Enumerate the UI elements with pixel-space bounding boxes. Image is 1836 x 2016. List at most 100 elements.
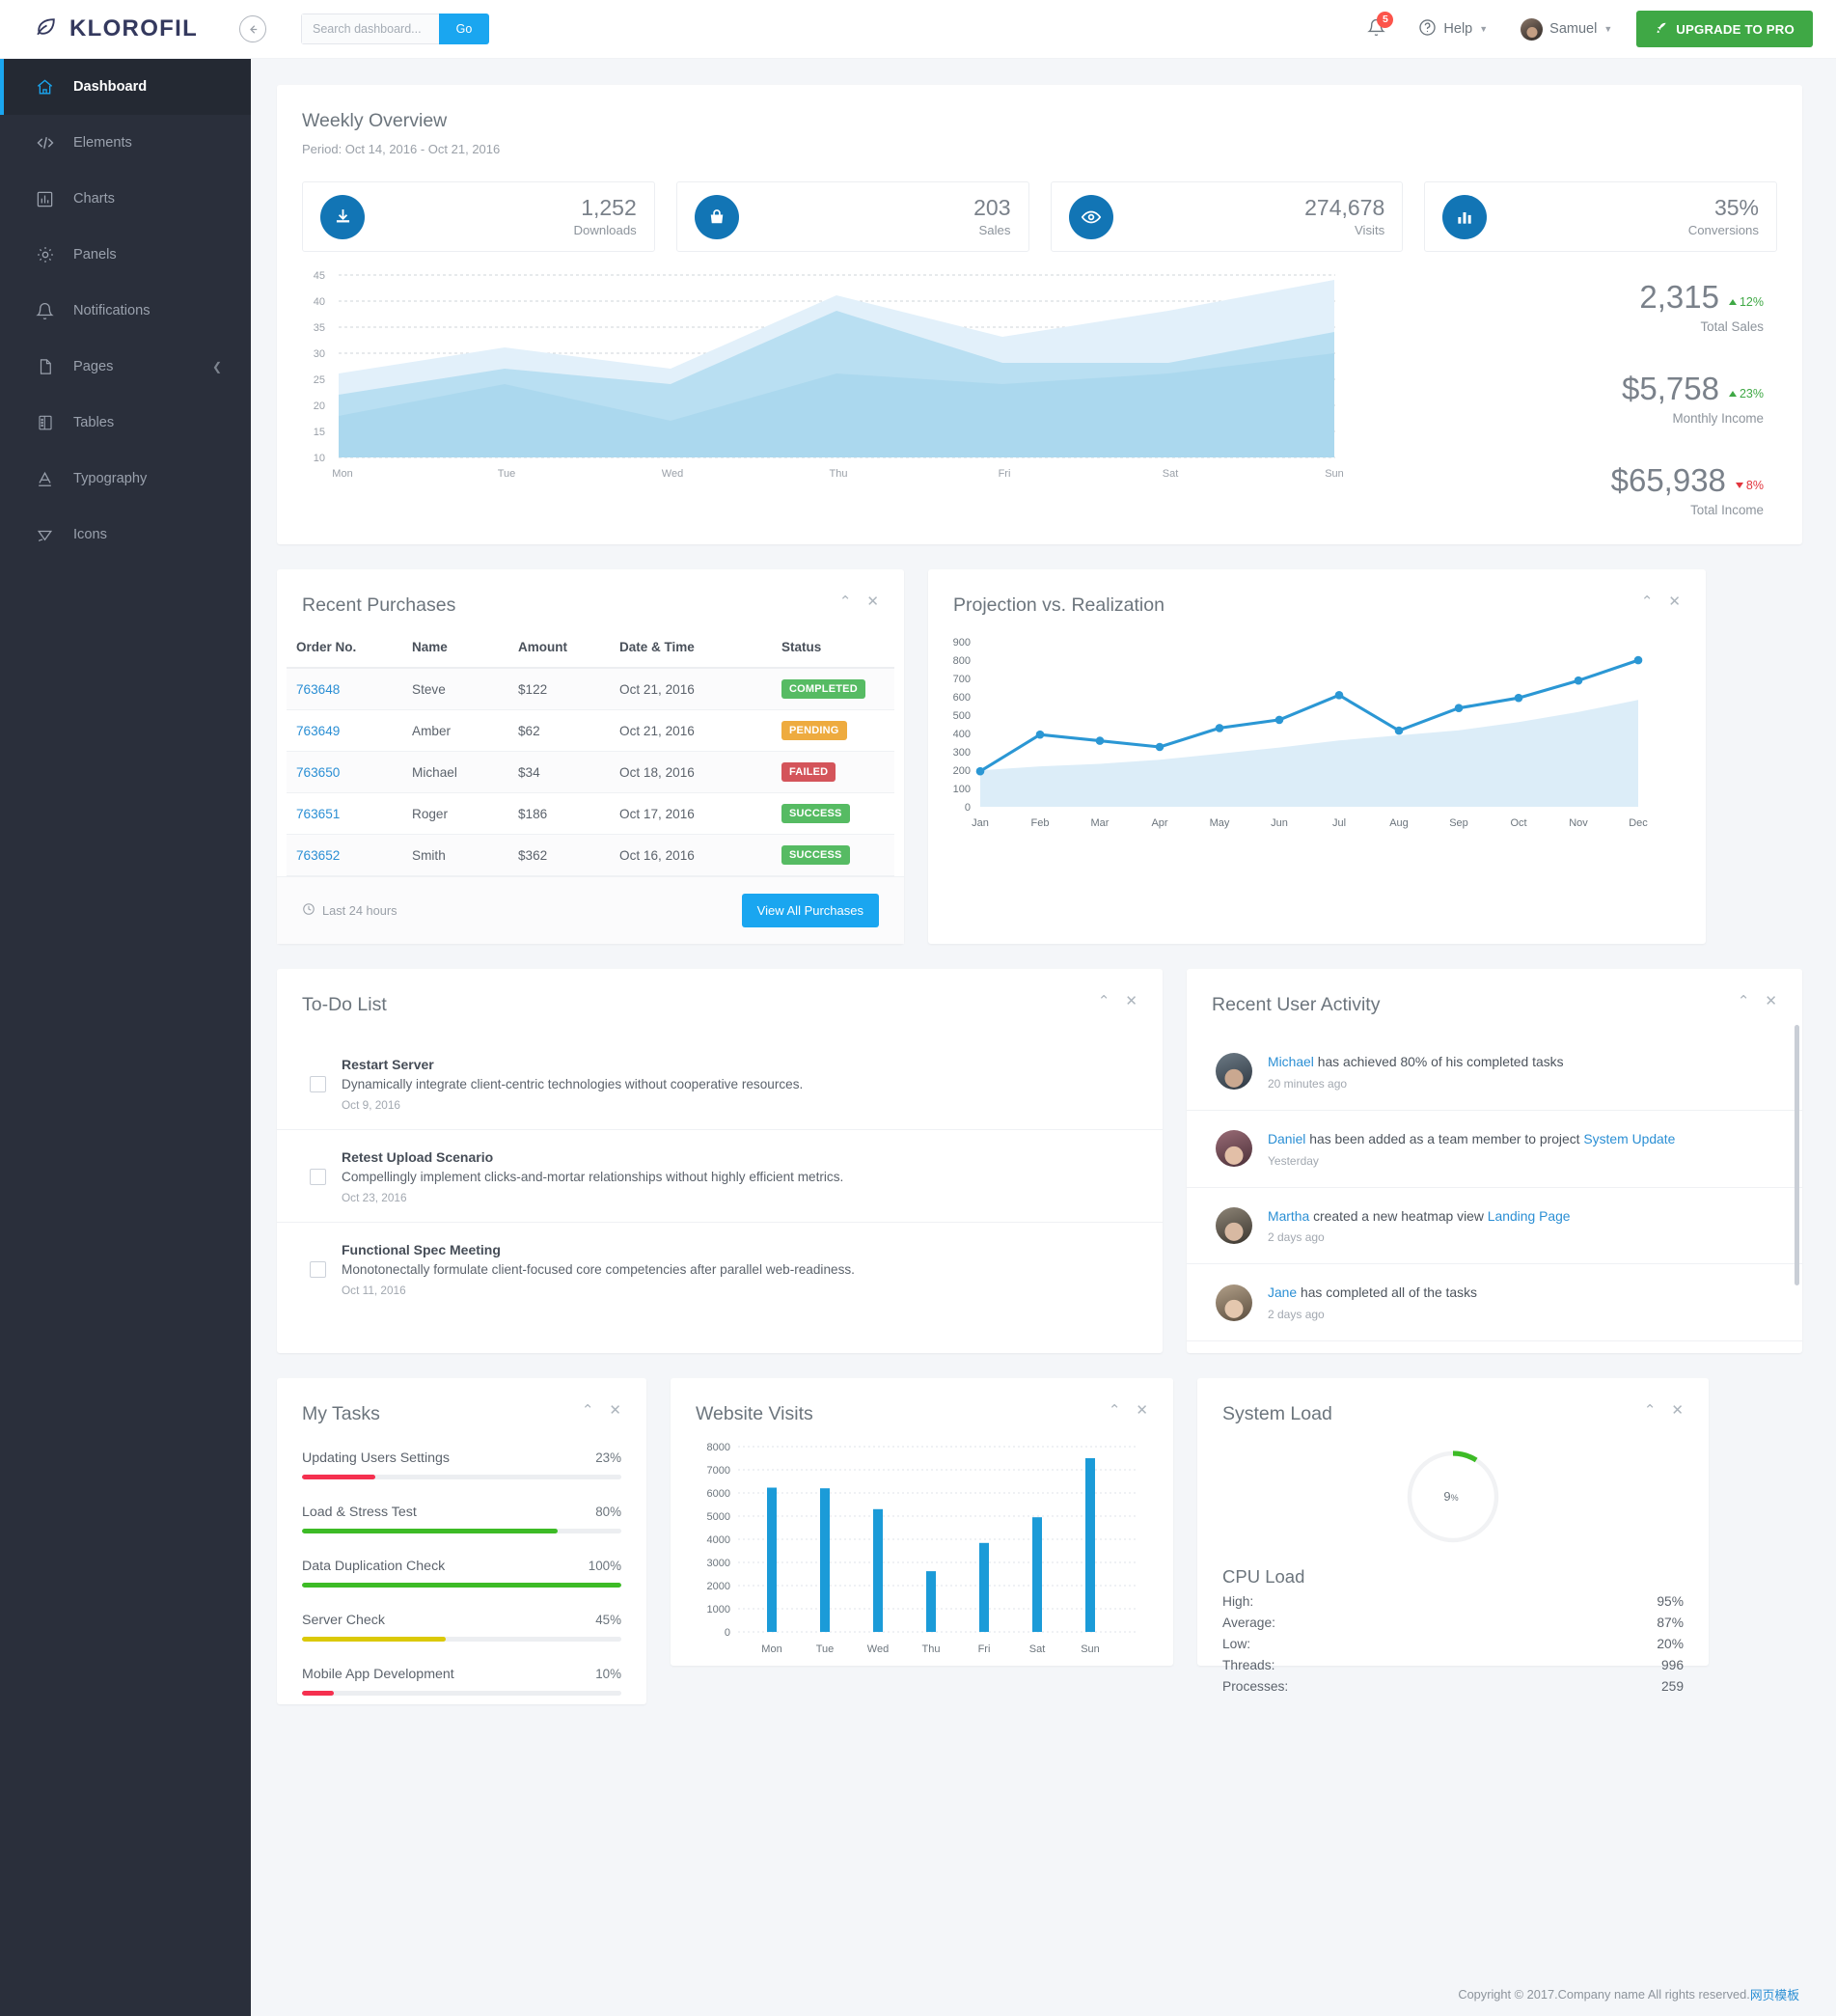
activity-link[interactable]: Landing Page <box>1488 1208 1571 1224</box>
activity-scrollbar[interactable] <box>1795 1025 1799 1285</box>
svg-text:Sun: Sun <box>1325 468 1344 480</box>
projection-header: Projection vs. Realization ⌃ ✕ <box>928 569 1706 617</box>
chevron-up-icon[interactable]: ⌃ <box>839 594 852 609</box>
chevron-up-icon[interactable]: ⌃ <box>1109 1403 1121 1418</box>
sidebar-item-pages[interactable]: Pages ❮ <box>0 339 251 395</box>
website-visits-bar-chart: 8000 7000 6000 5000 4000 3000 2000 1000 0 <box>671 1425 1173 1666</box>
kpi-label: Monthly Income <box>1672 411 1764 426</box>
task-name: Data Duplication Check <box>302 1559 446 1574</box>
sidebar-item-tables[interactable]: Tables <box>0 395 251 451</box>
table-row: 763649 Amber $62 Oct 21, 2016 PENDING <box>287 709 894 752</box>
table-row: 763651 Roger $186 Oct 17, 2016 SUCCESS <box>287 792 894 835</box>
activity-user[interactable]: Michael <box>1268 1054 1314 1069</box>
svg-text:4000: 4000 <box>707 1534 730 1546</box>
page-title: Weekly Overview <box>302 110 448 131</box>
cell-date: Oct 17, 2016 <box>610 792 772 835</box>
list-item: Jane has completed all of the tasks 2 da… <box>1187 1264 1802 1342</box>
activity-user[interactable]: Martha <box>1268 1208 1309 1224</box>
cpu-value: 95% <box>1657 1594 1684 1609</box>
cell-name: Michael <box>402 751 508 793</box>
stat-card-downloads[interactable]: 1,252 Downloads <box>302 181 655 252</box>
sidebar-item-elements[interactable]: Elements <box>0 115 251 171</box>
svg-text:Wed: Wed <box>867 1643 889 1655</box>
activity-text: Michael has achieved 80% of his complete… <box>1268 1053 1564 1071</box>
svg-text:Dec: Dec <box>1629 817 1648 829</box>
activity-user[interactable]: Daniel <box>1268 1131 1305 1146</box>
svg-text:Tue: Tue <box>816 1643 835 1655</box>
todo-checkbox[interactable] <box>310 1261 326 1278</box>
close-icon[interactable]: ✕ <box>1668 594 1681 609</box>
stat-label: Downloads <box>573 222 637 237</box>
close-icon[interactable]: ✕ <box>609 1403 621 1418</box>
chart-icon <box>1442 194 1488 239</box>
cpu-value: 996 <box>1660 1658 1684 1672</box>
avatar <box>1216 1284 1252 1321</box>
order-link[interactable]: 763651 <box>296 807 340 821</box>
sidebar-item-typography[interactable]: Typography <box>0 451 251 507</box>
close-icon[interactable]: ✕ <box>1125 994 1137 1008</box>
chevron-up-icon[interactable]: ⌃ <box>1098 994 1110 1008</box>
table-row: 763652 Smith $362 Oct 16, 2016 SUCCESS <box>287 834 894 876</box>
order-link[interactable]: 763648 <box>296 682 340 697</box>
chevron-up-icon[interactable]: ⌃ <box>1644 1403 1657 1418</box>
svg-text:1000: 1000 <box>707 1604 730 1616</box>
chevron-down-icon: ▼ <box>1479 24 1489 34</box>
todo-date: Oct 11, 2016 <box>342 1284 406 1297</box>
search-go-button[interactable]: Go <box>439 14 489 44</box>
svg-text:10: 10 <box>314 453 325 464</box>
chevron-up-icon[interactable]: ⌃ <box>1738 994 1750 1008</box>
activity-body: has been added as a team member to proje… <box>1305 1130 1584 1146</box>
stat-card-conversions[interactable]: 35% Conversions <box>1424 181 1777 252</box>
order-link[interactable]: 763650 <box>296 765 340 780</box>
cpu-row: Threads: 996 <box>1197 1651 1709 1672</box>
order-link[interactable]: 763652 <box>296 848 340 863</box>
help-label: Help <box>1443 21 1473 37</box>
recent-purchases-header: Recent Purchases ⌃ ✕ <box>277 569 904 617</box>
triangle-up-icon <box>1728 391 1737 397</box>
triangle-down-icon <box>1735 483 1743 488</box>
notifications-button[interactable]: 5 <box>1351 0 1402 59</box>
sidebar-item-charts[interactable]: Charts <box>0 171 251 227</box>
footer-link[interactable]: 网页模板 <box>1750 1985 1799 2003</box>
table-row: 763650 Michael $34 Oct 18, 2016 FAILED <box>287 751 894 793</box>
view-all-purchases-button[interactable]: View All Purchases <box>741 894 879 927</box>
sidebar-item-icons[interactable]: Icons <box>0 507 251 563</box>
todo-checkbox[interactable] <box>310 1169 326 1185</box>
close-icon[interactable]: ✕ <box>1671 1403 1684 1418</box>
svg-text:5000: 5000 <box>707 1511 730 1523</box>
stat-card-visits[interactable]: 274,678 Visits <box>1050 181 1404 252</box>
chevron-up-icon[interactable]: ⌃ <box>582 1403 594 1418</box>
close-icon[interactable]: ✕ <box>1765 994 1777 1008</box>
cell-amount: $34 <box>508 751 610 793</box>
sidebar-item-panels[interactable]: Panels <box>0 227 251 283</box>
todo-checkbox[interactable] <box>310 1076 326 1092</box>
svg-text:Apr: Apr <box>1151 817 1167 829</box>
todo-desc: Monotonectally formulate client-focused … <box>342 1262 855 1277</box>
svg-text:Wed: Wed <box>662 468 683 480</box>
sidebar-item-notifications[interactable]: Notifications <box>0 283 251 339</box>
brand-logo[interactable]: KLOROFIL <box>0 0 251 59</box>
sidebar-item-dashboard[interactable]: Dashboard <box>0 59 251 115</box>
activity-link[interactable]: System Update <box>1583 1131 1675 1146</box>
svg-text:Jan: Jan <box>972 817 989 829</box>
upgrade-to-pro-button[interactable]: UPGRADE TO PRO <box>1636 11 1813 47</box>
chevron-up-icon[interactable]: ⌃ <box>1641 594 1654 609</box>
system-load-header: System Load ⌃ ✕ <box>1197 1378 1709 1425</box>
order-link[interactable]: 763649 <box>296 724 340 738</box>
svg-text:800: 800 <box>953 655 971 667</box>
arrow-left-circle-icon[interactable] <box>239 15 266 42</box>
search-form[interactable]: Go <box>301 14 489 44</box>
task-name: Mobile App Development <box>302 1667 454 1682</box>
user-menu[interactable]: Samuel ▼ <box>1504 0 1629 59</box>
close-icon[interactable]: ✕ <box>866 594 879 609</box>
activity-user[interactable]: Jane <box>1268 1284 1297 1300</box>
stat-card-sales[interactable]: 203 Sales <box>675 181 1029 252</box>
search-input[interactable] <box>301 14 439 44</box>
svg-text:45: 45 <box>314 270 325 282</box>
activity-time: 2 days ago <box>1268 1308 1325 1322</box>
cell-date: Oct 21, 2016 <box>610 709 772 752</box>
activity-body: has achieved 80% of his completed tasks <box>1313 1054 1564 1069</box>
task-item: Updating Users Settings 23% <box>302 1450 621 1479</box>
help-menu[interactable]: Help ▼ <box>1402 0 1504 59</box>
close-icon[interactable]: ✕ <box>1136 1403 1148 1418</box>
